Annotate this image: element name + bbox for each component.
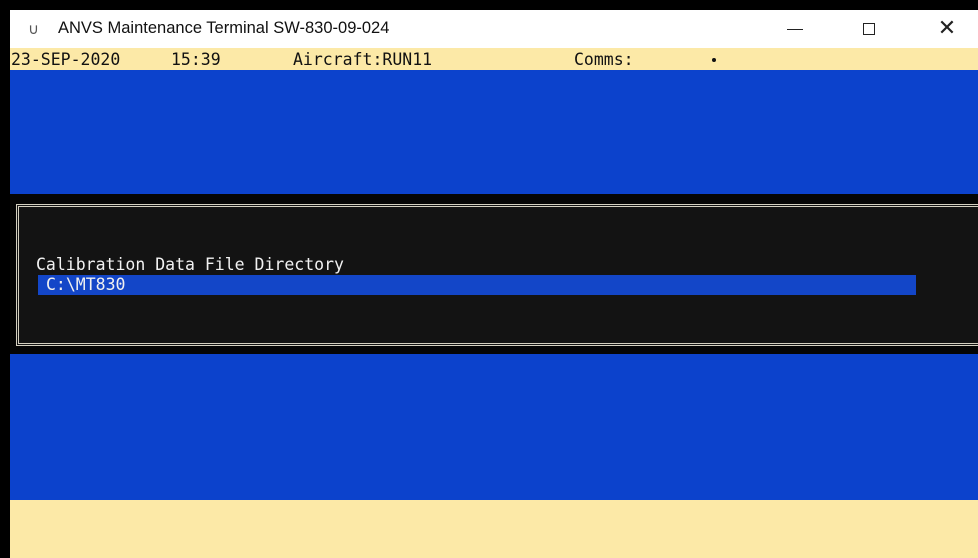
minimize-button[interactable] <box>772 10 818 48</box>
comms-indicator-icon <box>712 58 716 62</box>
calibration-directory-label: Calibration Data File Directory <box>36 255 344 274</box>
status-bar: 23-SEP-2020 15:39 Aircraft:RUN11 Comms: <box>10 48 978 70</box>
terminal-window: ∪ ANVS Maintenance Terminal SW-830-09-02… <box>10 10 978 558</box>
terminal-upper-area <box>10 70 978 194</box>
maximize-button[interactable] <box>846 10 892 48</box>
maximize-icon <box>863 23 875 35</box>
status-date: 23-SEP-2020 <box>11 50 121 69</box>
window-title: ANVS Maintenance Terminal SW-830-09-024 <box>58 19 390 37</box>
app-icon[interactable]: ∪ <box>28 20 39 38</box>
title-bar[interactable]: ∪ ANVS Maintenance Terminal SW-830-09-02… <box>10 10 978 48</box>
terminal-lower-area <box>10 354 978 500</box>
close-icon: ✕ <box>937 16 957 41</box>
calibration-directory-input[interactable]: C:\MT830 <box>38 275 916 295</box>
close-button[interactable]: ✕ <box>924 10 970 48</box>
minimize-icon <box>787 28 803 30</box>
status-time: 15:39 <box>171 50 221 69</box>
status-comms-label: Comms: <box>574 50 634 69</box>
footer-bar <box>10 500 978 558</box>
status-aircraft: Aircraft:RUN11 <box>293 50 433 69</box>
